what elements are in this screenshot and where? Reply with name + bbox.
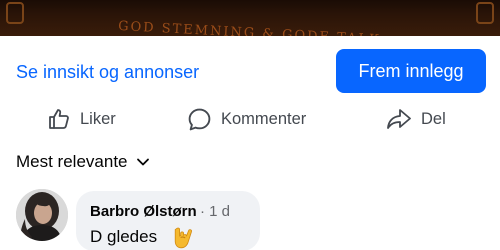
comment-author[interactable]: Barbro Ølstørn <box>90 203 197 220</box>
like-label: Liker <box>80 109 116 128</box>
rock-on-hand-icon <box>174 227 192 249</box>
banner-corner-ornament <box>476 2 494 24</box>
reaction-bar: Liker Kommenter Del <box>0 100 500 138</box>
avatar[interactable] <box>16 189 68 241</box>
comment-sort-dropdown[interactable]: Mest relevante <box>16 150 150 174</box>
share-arrow-icon <box>387 109 411 129</box>
comment-text: D gledes <box>90 227 158 246</box>
sort-label: Mest relevante <box>16 152 128 171</box>
chevron-down-icon <box>136 158 149 166</box>
comment-button[interactable]: Kommenter <box>187 104 306 134</box>
comment-timestamp[interactable]: · 1 d <box>200 203 230 220</box>
thumbs-up-icon <box>49 109 69 129</box>
share-button[interactable]: Del <box>386 104 446 134</box>
comment-label: Kommenter <box>221 109 307 128</box>
comment-time: 1 d <box>209 203 231 220</box>
share-label: Del <box>421 109 446 128</box>
comment-bubble: Barbro Ølstørn · 1 d D gledes <box>76 191 260 250</box>
banner-corner-ornament <box>6 2 24 24</box>
comment-item: Barbro Ølstørn · 1 d D gledes <box>16 187 500 250</box>
post-media-banner: GOD STEMNING & GODE TALK <box>0 0 500 36</box>
speech-bubble-icon <box>188 108 211 130</box>
like-button[interactable]: Liker <box>47 104 116 134</box>
boost-post-button[interactable]: Frem innlegg <box>336 49 486 93</box>
profile-photo <box>16 189 68 241</box>
separator-dot: · <box>200 203 205 220</box>
insights-and-ads-link[interactable]: Se innsikt og annonser <box>16 62 199 83</box>
post-actions-row: Se innsikt og annonser Frem innlegg <box>0 48 500 96</box>
